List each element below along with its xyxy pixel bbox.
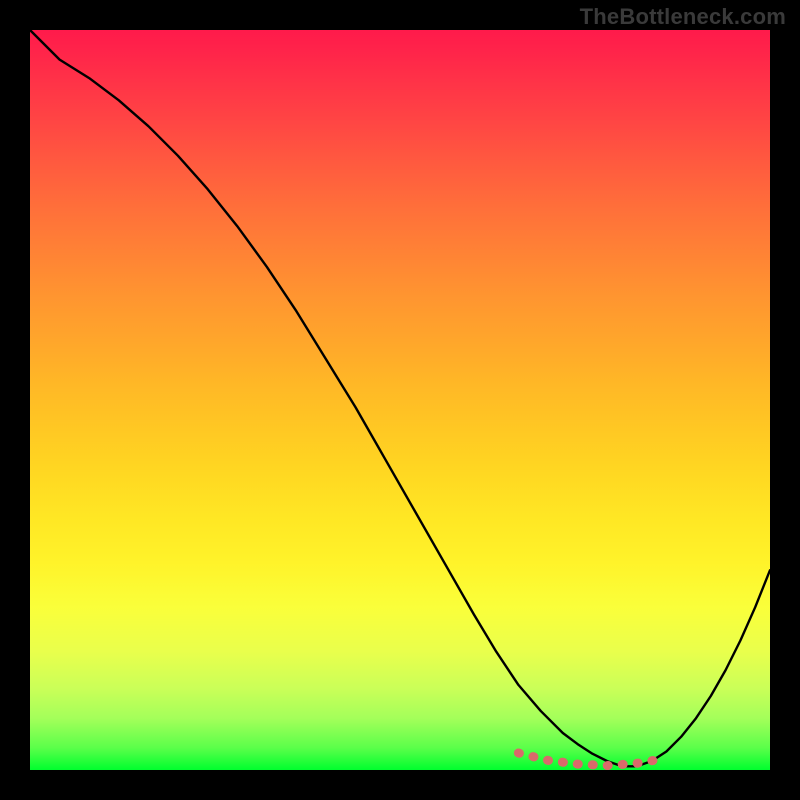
chart-frame: TheBottleneck.com xyxy=(0,0,800,800)
curve-svg xyxy=(30,30,770,770)
watermark-text: TheBottleneck.com xyxy=(580,4,786,30)
plot-area xyxy=(30,30,770,770)
bottleneck-curve xyxy=(30,30,770,766)
